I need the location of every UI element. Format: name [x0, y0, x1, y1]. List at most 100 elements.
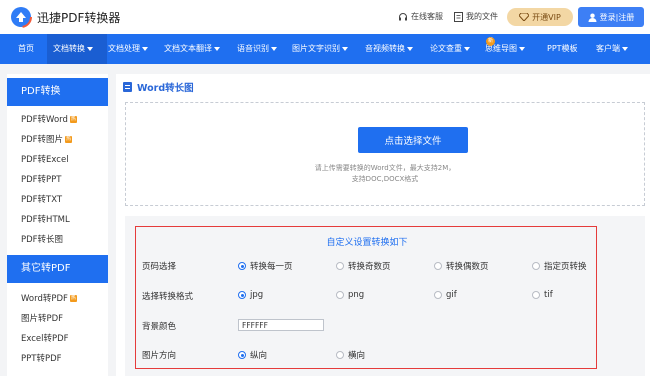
- radio-button-selected[interactable]: [238, 351, 246, 359]
- radio-button[interactable]: [532, 262, 540, 270]
- sidebar: PDF转换 PDF转Word 热 PDF转图片热 PDF转Excel PDF转PP…: [7, 74, 108, 376]
- nav-speech-label: 语音识别: [237, 44, 269, 53]
- nav-home[interactable]: 首页: [12, 34, 44, 64]
- nav-av-convert-label: 音视频转换: [365, 44, 405, 53]
- hot-badge: 热: [65, 135, 73, 143]
- sidebar-item-label: 图片转PDF: [21, 314, 64, 324]
- radio-button[interactable]: [532, 291, 540, 299]
- nav-ppt-template[interactable]: PPT模板: [547, 34, 578, 64]
- upload-hint-line2: 支持DOC,DOCX格式: [351, 175, 419, 183]
- sidebar-item-label: PDF转Excel: [21, 155, 69, 165]
- app-logo-icon[interactable]: [10, 6, 32, 28]
- radio-format-gif[interactable]: gif: [434, 290, 457, 300]
- radio-convert-even-pages[interactable]: 转换偶数页: [434, 260, 489, 272]
- sidebar-item-pdf-to-word[interactable]: PDF转Word 热: [21, 113, 77, 125]
- nav-speech-recognition[interactable]: 语音识别: [237, 34, 277, 64]
- sidebar-item-excel-to-pdf[interactable]: Excel转PDF: [21, 332, 69, 344]
- nav-image-ocr-label: 图片文字识别: [292, 44, 340, 53]
- nav-doc-translate[interactable]: 文档文本翻译: [164, 34, 220, 64]
- sidebar-section-pdf-convert[interactable]: PDF转换: [7, 78, 108, 106]
- nav-home-label: 首页: [18, 44, 34, 53]
- document-icon: [123, 82, 132, 92]
- nav-thesis-check-label: 论文查重: [430, 44, 462, 53]
- chevron-down-icon: [214, 46, 220, 51]
- radio-button[interactable]: [434, 262, 442, 270]
- chevron-down-icon: [142, 46, 148, 51]
- sidebar-item-pdf-to-excel[interactable]: PDF转Excel: [21, 153, 69, 165]
- radio-label: 转换每一页: [250, 262, 293, 272]
- my-files-label: 我的文件: [466, 12, 498, 21]
- radio-convert-every-page[interactable]: 转换每一页: [238, 260, 293, 272]
- customer-service-label: 在线客服: [411, 12, 443, 21]
- page-select-label: 页码选择: [142, 262, 177, 272]
- radio-orientation-landscape[interactable]: 横向: [336, 349, 365, 361]
- radio-format-png[interactable]: png: [336, 290, 364, 300]
- settings-title: 自定义设置转换如下: [326, 238, 408, 248]
- customer-service-link[interactable]: 在线客服: [398, 11, 443, 22]
- my-files-link[interactable]: 我的文件: [454, 11, 498, 22]
- open-vip-button[interactable]: 开通VIP: [507, 8, 573, 26]
- chevron-down-icon: [342, 46, 348, 51]
- radio-button[interactable]: [434, 291, 442, 299]
- bg-color-label: 背景颜色: [142, 322, 177, 332]
- sidebar-item-word-to-pdf[interactable]: Word转PDF 热: [21, 292, 77, 304]
- radio-button-selected[interactable]: [238, 262, 246, 270]
- radio-label: gif: [446, 290, 457, 300]
- format-select-label: 选择转换格式: [142, 292, 194, 302]
- bg-color-input[interactable]: [238, 319, 324, 331]
- main-panel: Word转长图 点击选择文件 请上传需要转换的Word文件，最大支持2M， 支持…: [116, 74, 650, 376]
- sidebar-item-image-to-pdf[interactable]: 图片转PDF: [21, 312, 63, 324]
- sidebar-item-pdf-to-image[interactable]: PDF转图片热: [21, 133, 73, 145]
- radio-button[interactable]: [336, 291, 344, 299]
- nav-doc-translate-label: 文档文本翻译: [164, 44, 212, 53]
- settings-panel: 自定义设置转换如下 页码选择 转换每一页 转换奇数页 转换偶数页 指定页转换 选…: [125, 216, 645, 376]
- nav-client-label: 客户端: [596, 44, 620, 53]
- sidebar-item-pdf-to-ppt[interactable]: PDF转PPT: [21, 173, 62, 185]
- nav-doc-process[interactable]: 文档处理: [108, 34, 148, 64]
- sidebar-item-pdf-to-txt[interactable]: PDF转TXT: [21, 193, 62, 205]
- radio-button[interactable]: [336, 351, 344, 359]
- upload-dropzone[interactable]: 点击选择文件 请上传需要转换的Word文件，最大支持2M， 支持DOC,DOCX…: [125, 102, 645, 206]
- chevron-down-icon: [464, 46, 470, 51]
- hot-badge: 热: [69, 115, 77, 123]
- nav-doc-convert-label: 文档转换: [53, 44, 85, 53]
- radio-format-tif[interactable]: tif: [532, 290, 553, 300]
- radio-label: tif: [544, 290, 553, 300]
- sidebar-item-label: PDF转HTML: [21, 215, 70, 225]
- page-title-text: Word转长图: [137, 83, 194, 94]
- select-file-button[interactable]: 点击选择文件: [358, 127, 468, 153]
- radio-convert-odd-pages[interactable]: 转换奇数页: [336, 260, 391, 272]
- radio-orientation-portrait[interactable]: 纵向: [238, 349, 267, 361]
- nav-ppt-template-label: PPT模板: [547, 44, 578, 53]
- nav-thesis-check[interactable]: 论文查重: [430, 34, 470, 64]
- brand-name[interactable]: 迅捷PDF转换器: [37, 9, 120, 26]
- sidebar-item-label: PDF转TXT: [21, 195, 63, 205]
- headset-icon: [399, 12, 407, 20]
- radio-format-jpg[interactable]: jpg: [238, 290, 263, 300]
- sidebar-item-pdf-to-html[interactable]: PDF转HTML: [21, 213, 70, 225]
- vip-label: 开通VIP: [532, 12, 561, 22]
- main-nav: 首页 文档转换 文档处理 文档文本翻译 语音识别 图片文字识别 音视频转换 论文…: [0, 34, 650, 64]
- nav-av-convert[interactable]: 音视频转换: [365, 34, 413, 64]
- sidebar-item-label: PDF转Word: [21, 115, 68, 125]
- page-title: Word转长图: [123, 80, 194, 94]
- sidebar-item-pdf-to-long-image[interactable]: PDF转长图: [21, 233, 63, 245]
- login-register-button[interactable]: 登录|注册: [578, 7, 644, 27]
- chevron-down-icon: [271, 46, 277, 51]
- radio-button[interactable]: [336, 262, 344, 270]
- nav-doc-convert[interactable]: 文档转换: [47, 34, 107, 64]
- nav-client[interactable]: 客户端: [596, 34, 628, 64]
- chevron-down-icon: [407, 46, 413, 51]
- orientation-label: 图片方向: [142, 351, 177, 361]
- radio-button-selected[interactable]: [238, 291, 246, 299]
- sidebar-item-ppt-to-pdf[interactable]: PPT转PDF: [21, 352, 62, 364]
- radio-convert-specified-pages[interactable]: 指定页转换: [532, 260, 587, 272]
- file-icon: [454, 11, 463, 22]
- upload-hint-line1: 请上传需要转换的Word文件，最大支持2M，: [314, 164, 456, 172]
- sidebar-item-label: Excel转PDF: [21, 334, 69, 344]
- sidebar-item-label: PPT转PDF: [21, 354, 62, 364]
- sidebar-section-other-to-pdf[interactable]: 其它转PDF: [7, 255, 108, 283]
- radio-label: 转换偶数页: [446, 262, 489, 272]
- sidebar-item-label: PDF转图片: [21, 135, 64, 145]
- nav-image-ocr[interactable]: 图片文字识别: [292, 34, 348, 64]
